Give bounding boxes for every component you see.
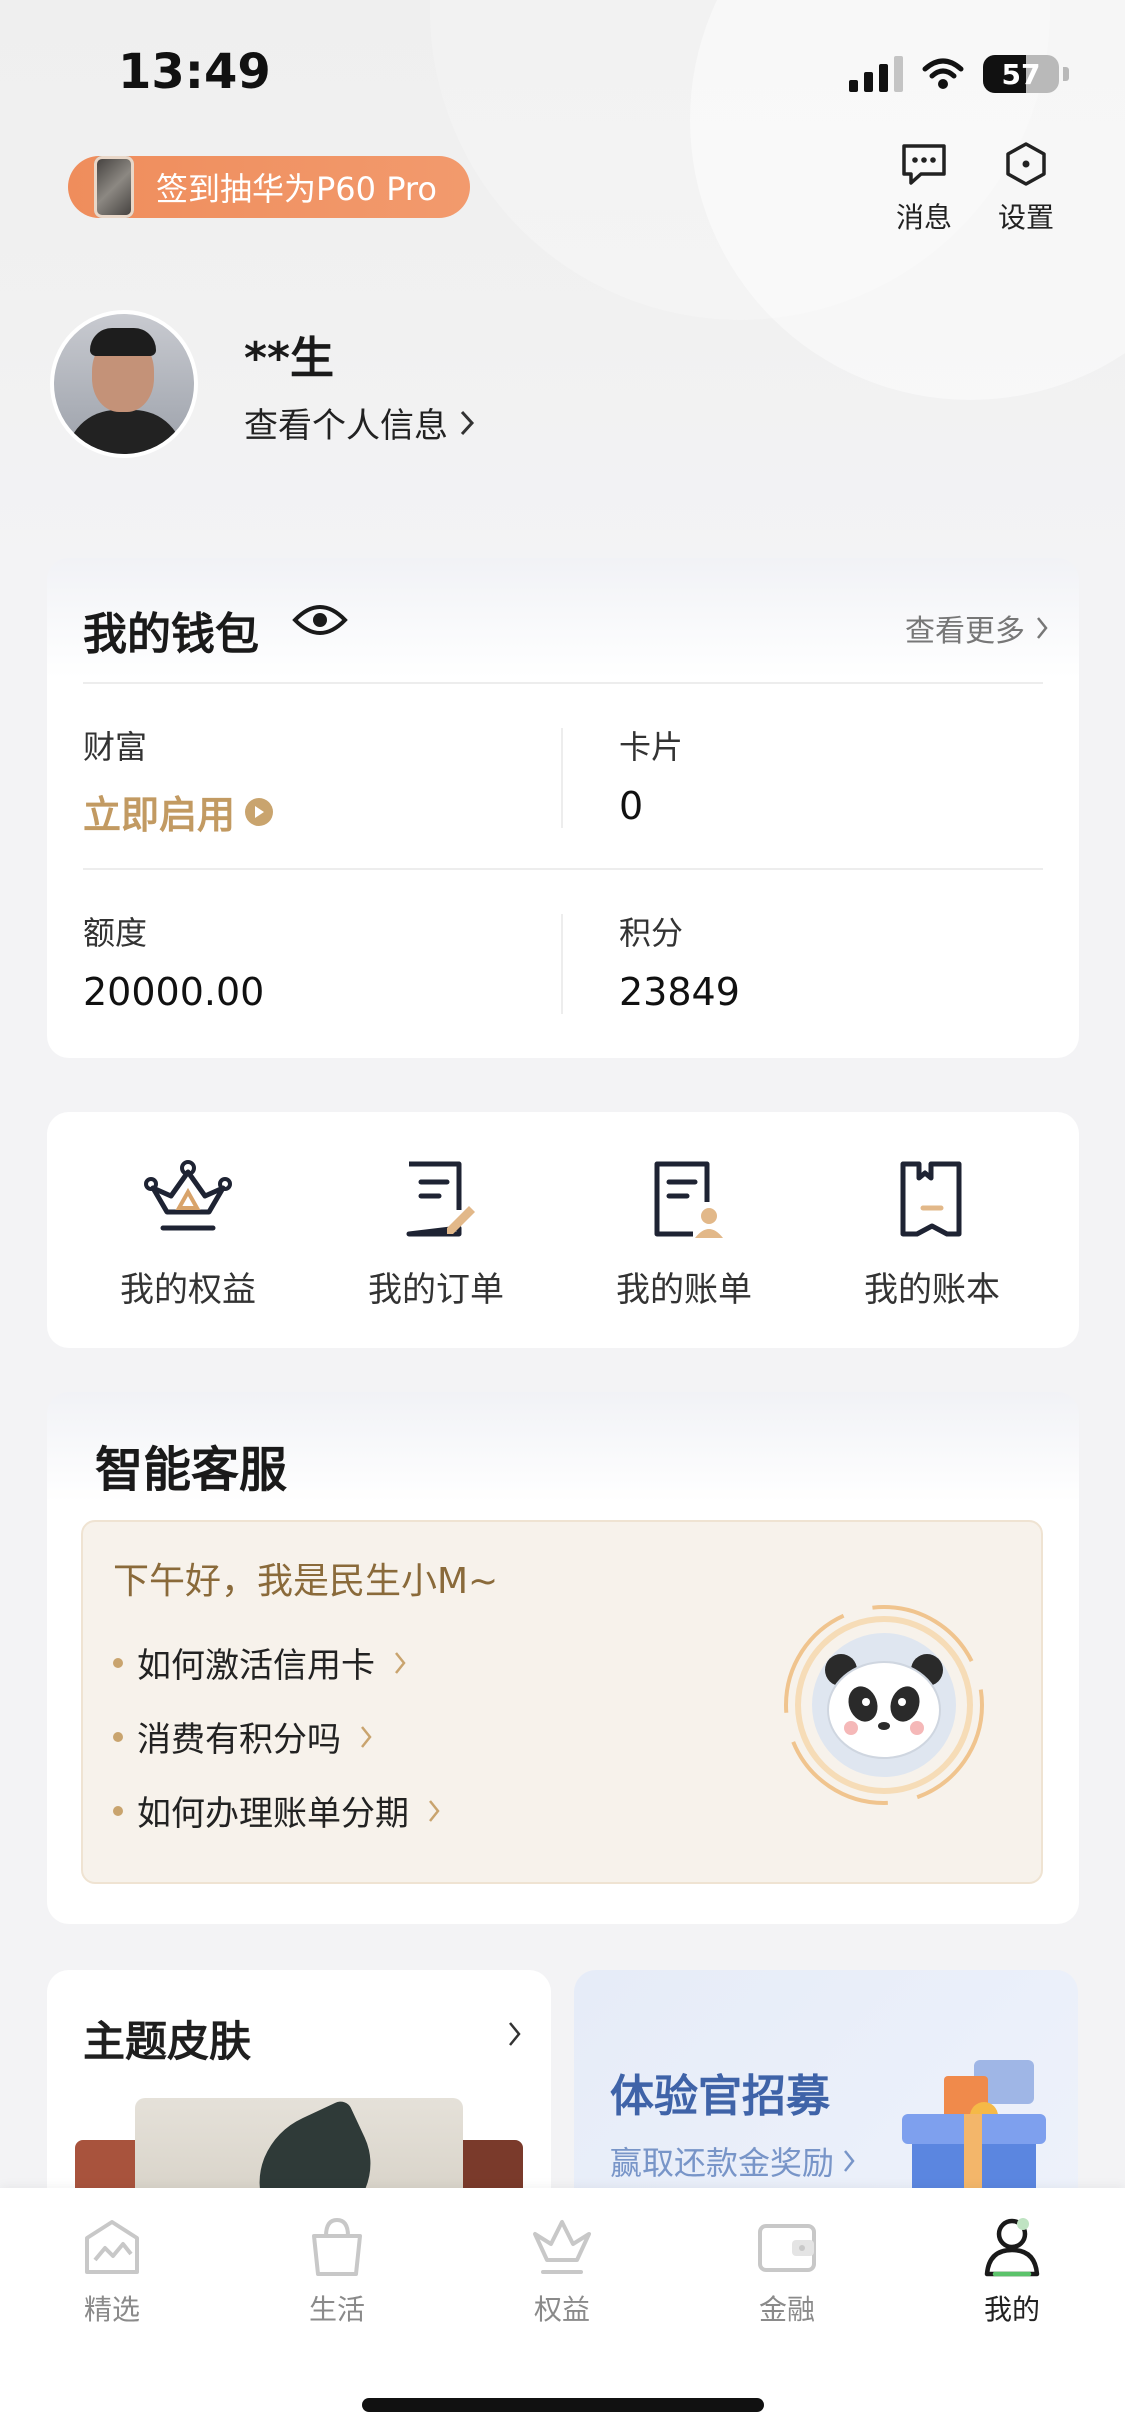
chevron-right-icon [460, 410, 475, 435]
featured-icon [85, 2220, 139, 2274]
shortcut-orders[interactable]: 我的订单 [326, 1158, 546, 1311]
customer-service-card: 智能客服 下午好，我是民生小M~ 如何激活信用卡 消费有积分吗 如何办理账单分期 [47, 1392, 1079, 1924]
faq-item[interactable]: 如何办理账单分期 [113, 1786, 441, 1835]
checkin-promo-button[interactable]: 签到抽华为P60 Pro [68, 156, 470, 218]
divider [83, 682, 1043, 684]
faq-label: 如何办理账单分期 [137, 1794, 409, 1834]
divider [561, 914, 563, 1014]
avatar[interactable] [50, 310, 198, 458]
eye-icon[interactable] [291, 600, 349, 640]
bullet [113, 1805, 123, 1816]
wallet-more-label: 查看更多 [905, 614, 1025, 649]
shortcut-orders-label: 我的订单 [368, 1270, 504, 1310]
play-icon [245, 797, 274, 826]
signal-icon [849, 56, 903, 92]
view-profile-label: 查看个人信息 [244, 406, 448, 446]
user-name: **生 [244, 333, 335, 384]
phone-thumbnail [94, 156, 134, 218]
chevron-right-icon [429, 1799, 440, 1822]
wealth-label: 财富 [83, 728, 148, 766]
faq-item[interactable]: 消费有积分吗 [113, 1712, 373, 1761]
cards-value[interactable]: 0 [619, 784, 643, 828]
status-time: 13:49 [118, 44, 271, 100]
life-bag-icon [312, 2217, 362, 2276]
wallet-more-link[interactable]: 查看更多 [905, 606, 1049, 650]
battery-level: 57 [1001, 57, 1041, 91]
credit-limit-value[interactable]: 20000.00 [83, 970, 264, 1014]
message-icon [902, 144, 946, 185]
battery-icon: 57 [983, 55, 1059, 93]
faq-item[interactable]: 如何激活信用卡 [113, 1638, 407, 1687]
credit-limit-label: 额度 [83, 914, 148, 952]
points-label: 积分 [619, 914, 684, 952]
bullet [113, 1657, 123, 1668]
profile-icon [984, 2218, 1040, 2277]
shortcut-benefits[interactable]: 我的权益 [78, 1158, 298, 1311]
cards-label: 卡片 [619, 728, 684, 766]
tab-mine[interactable]: 我的 [937, 2212, 1087, 2328]
wallet-title: 我的钱包 [83, 609, 259, 660]
chevron-right-icon [509, 2022, 521, 2046]
faq-label: 如何激活信用卡 [137, 1646, 375, 1686]
wealth-enable-button[interactable]: 立即启用 [83, 784, 274, 839]
status-icons: 57 [849, 52, 1069, 96]
shortcut-bills-label: 我的账单 [616, 1270, 752, 1310]
tab-finance-label: 金融 [758, 2293, 815, 2326]
tab-finance[interactable]: 金融 [712, 2212, 862, 2328]
bill-icon [654, 1161, 723, 1238]
shortcut-bills[interactable]: 我的账单 [574, 1158, 794, 1311]
order-icon [406, 1161, 475, 1237]
home-indicator [362, 2398, 764, 2412]
wallet-icon [758, 2224, 816, 2272]
chevron-right-icon [1037, 617, 1048, 639]
tab-benefits-label: 权益 [533, 2293, 590, 2326]
tab-life-label: 生活 [308, 2293, 365, 2326]
theme-title: 主题皮肤 [83, 2017, 252, 2066]
tab-featured-label: 精选 [83, 2293, 140, 2326]
wifi-icon [922, 58, 964, 89]
faq-label: 消费有积分吗 [137, 1720, 341, 1760]
tab-life[interactable]: 生活 [262, 2212, 412, 2328]
recruit-subtitle: 赢取还款金奖励 [610, 2138, 856, 2184]
settings-label: 设置 [997, 201, 1054, 234]
messages-button[interactable]: 消息 [882, 140, 966, 236]
customer-service-title: 智能客服 [95, 1442, 288, 1498]
points-value[interactable]: 23849 [619, 970, 740, 1014]
messages-label: 消息 [895, 201, 952, 234]
recruit-subtitle-label: 赢取还款金奖励 [610, 2144, 835, 2182]
shortcuts-card: 我的权益 我的订单 我的账单 我的账本 [47, 1112, 1079, 1348]
cs-greeting: 下午好，我是民生小M~ [113, 1561, 499, 1602]
promo-label: 签到抽华为P60 Pro [156, 170, 437, 208]
panda-mascot-icon[interactable] [779, 1600, 989, 1810]
shortcut-benefits-label: 我的权益 [120, 1270, 256, 1310]
settings-icon [1006, 142, 1046, 186]
crown-icon [144, 1160, 232, 1231]
recruit-title: 体验官招募 [610, 2071, 830, 2122]
benefits-crown-icon [533, 2220, 591, 2274]
divider [83, 868, 1043, 870]
divider [561, 728, 563, 828]
tab-featured[interactable]: 精选 [37, 2212, 187, 2328]
chevron-right-icon [844, 2150, 855, 2172]
wallet-card: 我的钱包 查看更多 财富 立即启用 卡片 0 额度 20000.00 积分 23… [47, 558, 1079, 1058]
chevron-right-icon [361, 1725, 372, 1748]
wealth-enable-label: 立即启用 [83, 793, 236, 837]
tab-mine-label: 我的 [983, 2293, 1040, 2326]
battery-tip [1063, 67, 1069, 81]
view-profile-link[interactable]: 查看个人信息 [244, 398, 476, 447]
tab-benefits[interactable]: 权益 [487, 2212, 637, 2328]
shortcut-ledger[interactable]: 我的账本 [822, 1158, 1042, 1311]
chevron-right-icon [395, 1651, 406, 1674]
customer-service-panel: 下午好，我是民生小M~ 如何激活信用卡 消费有积分吗 如何办理账单分期 [81, 1520, 1043, 1884]
settings-button[interactable]: 设置 [984, 140, 1068, 236]
shortcut-ledger-label: 我的账本 [864, 1270, 1000, 1310]
bullet [113, 1731, 123, 1742]
ledger-icon [900, 1161, 962, 1237]
